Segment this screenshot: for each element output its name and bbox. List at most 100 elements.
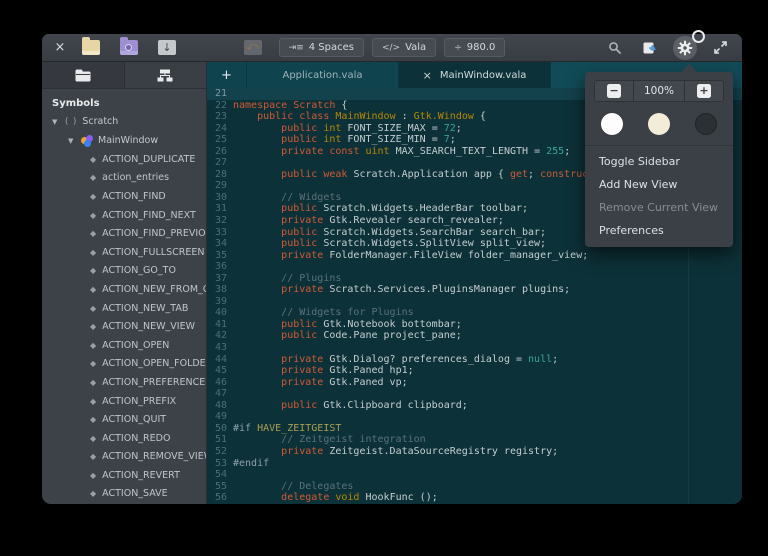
diamond-icon: ◆ xyxy=(90,248,96,257)
tab-application-vala[interactable]: Application.vala xyxy=(247,62,399,88)
diamond-icon: ◆ xyxy=(90,155,96,164)
code-line[interactable]: 52 private Zeitgeist.DataSourceRegistry … xyxy=(207,446,742,458)
zoom-in-button[interactable]: + xyxy=(684,81,723,101)
symbol-list-item[interactable]: ◆ ACTION_REMOVE_VIEW xyxy=(42,448,206,467)
symbol-list-item[interactable]: ◆ ACTION_DUPLICATE xyxy=(42,150,206,169)
class-icon xyxy=(81,135,93,146)
code-line[interactable]: 50#if HAVE_ZEITGEIST xyxy=(207,423,742,435)
sidebar-tab-symbols[interactable] xyxy=(124,62,207,88)
code-text: public Scratch.Widgets.HeaderBar toolbar… xyxy=(233,203,528,215)
code-line[interactable]: 37 // Plugins xyxy=(207,273,742,285)
indentation-button[interactable]: ⇥≡ 4 Spaces xyxy=(279,38,364,57)
open-folder-icon[interactable] xyxy=(120,40,138,55)
expander-icon[interactable]: ▼ xyxy=(52,118,60,126)
symbol-list-item[interactable]: ◆ ACTION_REVERT xyxy=(42,466,206,485)
menu-item[interactable]: Preferences xyxy=(585,219,733,242)
tab-mainwindow-vala[interactable]: × MainWindow.vala xyxy=(399,62,551,88)
symbol-list-item[interactable]: ◆ ACTION_QUIT xyxy=(42,410,206,429)
symbols-tree-icon xyxy=(157,69,173,82)
menu-item[interactable]: Toggle Sidebar xyxy=(585,150,733,173)
code-line[interactable]: 44 private Gtk.Dialog? preferences_dialo… xyxy=(207,354,742,366)
line-number: 28 xyxy=(207,169,233,181)
symbol-list-item[interactable]: ◆ ACTION_NEW_FROM_CLIPBOARD xyxy=(42,280,206,299)
code-line[interactable]: 39 xyxy=(207,296,742,308)
symbol-list-item[interactable]: ◆ ACTION_PREFERENCES xyxy=(42,373,206,392)
code-text: private Scratch.Services.PluginsManager … xyxy=(233,284,570,296)
symbol-list-item[interactable]: ◆ ACTION_PREFIX xyxy=(42,392,206,411)
code-text: namespace Scratch { xyxy=(233,100,347,112)
line-number: 36 xyxy=(207,261,233,273)
symbol-list-item[interactable]: ◆ ACTION_REDO xyxy=(42,429,206,448)
code-line[interactable]: 35 private FolderManager.FileView folder… xyxy=(207,250,742,262)
diamond-icon: ◆ xyxy=(90,489,96,498)
diamond-icon: ◆ xyxy=(90,229,96,238)
code-text: // Widgets xyxy=(233,192,341,204)
symbol-list-item[interactable]: ◆ ACTION_OPEN xyxy=(42,336,206,355)
symbol-list-item[interactable]: ◆ ACTION_FIND_PREVIOUS xyxy=(42,224,206,243)
save-icon[interactable] xyxy=(158,40,176,55)
line-number: 23 xyxy=(207,111,233,123)
symbol-list-item[interactable]: ◆ ACTION_FIND_NEXT xyxy=(42,206,206,225)
goto-line-button[interactable]: ÷ 980.0 xyxy=(444,38,505,57)
code-text: private Gtk.Dialog? preferences_dialog =… xyxy=(233,354,558,366)
menu-item[interactable]: Remove Current View xyxy=(585,196,733,219)
code-line[interactable]: 53#endif xyxy=(207,458,742,470)
expander-icon[interactable]: ▼ xyxy=(68,137,76,145)
menu-item[interactable]: Add New View xyxy=(585,173,733,196)
symbol-list-item[interactable]: ◆ ACTION_NEW_VIEW xyxy=(42,317,206,336)
tree-root-scratch[interactable]: ▼ ( ) Scratch xyxy=(42,112,206,131)
symbol-list-item[interactable]: ◆ ACTION_FULLSCREEN xyxy=(42,243,206,262)
code-line[interactable]: 47 xyxy=(207,388,742,400)
fullscreen-icon[interactable] xyxy=(708,36,732,60)
code-line[interactable]: 48 public Gtk.Clipboard clipboard; xyxy=(207,400,742,412)
share-icon[interactable] xyxy=(638,36,662,60)
tree-class-mainwindow[interactable]: ▼ MainWindow xyxy=(42,131,206,150)
symbol-list-item[interactable]: ◆ action_entries xyxy=(42,169,206,188)
line-number: 43 xyxy=(207,342,233,354)
symbol-list-item[interactable]: ◆ ACTION_SAVE xyxy=(42,485,206,504)
code-line[interactable]: 41 public Gtk.Notebook bottombar; xyxy=(207,319,742,331)
search-icon[interactable] xyxy=(603,36,627,60)
zoom-out-button[interactable]: − xyxy=(595,81,633,101)
code-line[interactable]: 55 // Delegates xyxy=(207,481,742,493)
line-number: 52 xyxy=(207,446,233,458)
revert-icon xyxy=(244,40,262,55)
symbol-list-item[interactable]: ◆ ACTION_GO_TO xyxy=(42,262,206,281)
symbol-list-item[interactable]: ◆ ACTION_OPEN_FOLDER xyxy=(42,355,206,374)
sepia-style-swatch[interactable] xyxy=(648,113,670,135)
language-button[interactable]: </> Vala xyxy=(372,38,436,57)
light-style-swatch[interactable] xyxy=(601,113,623,135)
open-file-icon[interactable] xyxy=(82,40,100,55)
new-tab-button[interactable]: + xyxy=(207,62,247,88)
code-line[interactable]: 43 xyxy=(207,342,742,354)
dark-style-swatch[interactable] xyxy=(695,113,717,135)
line-number: 53 xyxy=(207,458,233,470)
code-line[interactable]: 42 public Code.Pane project_pane; xyxy=(207,330,742,342)
symbol-list-item[interactable]: ◆ ACTION_NEW_TAB xyxy=(42,299,206,318)
code-line[interactable]: 49 xyxy=(207,411,742,423)
code-line[interactable]: 40 // Widgets for Plugins xyxy=(207,307,742,319)
symbol-list-item[interactable]: ◆ ACTION_FIND xyxy=(42,187,206,206)
tab-overview-icon[interactable] xyxy=(692,30,705,43)
line-number: 39 xyxy=(207,296,233,308)
code-line[interactable]: 56 delegate void HookFunc (); xyxy=(207,492,742,504)
symbol-list-item[interactable]: ◆ ACTION_SAVE_AS xyxy=(42,503,206,504)
code-text: private FolderManager.FileView folder_ma… xyxy=(233,250,588,262)
tab-close-icon[interactable]: × xyxy=(423,69,432,82)
code-line[interactable]: 45 private Gtk.Paned hp1; xyxy=(207,365,742,377)
code-text: // Delegates xyxy=(233,481,353,493)
line-number: 49 xyxy=(207,411,233,423)
code-line[interactable]: 36 xyxy=(207,261,742,273)
window-close-button[interactable]: × xyxy=(52,41,68,54)
code-line[interactable]: 38 private Scratch.Services.PluginsManag… xyxy=(207,284,742,296)
code-line[interactable]: 46 private Gtk.Paned vp; xyxy=(207,377,742,389)
line-number: 22 xyxy=(207,100,233,112)
zoom-control: − 100% + xyxy=(594,80,724,102)
files-folder-icon xyxy=(75,69,91,82)
code-line[interactable]: 54 xyxy=(207,469,742,481)
sidebar-tab-files[interactable] xyxy=(42,62,124,88)
line-number: 54 xyxy=(207,469,233,481)
line-number: 42 xyxy=(207,330,233,342)
code-line[interactable]: 51 // Zeitgeist integration xyxy=(207,434,742,446)
headerbar: × ⇥≡ 4 Spaces </> Vala xyxy=(42,34,742,62)
